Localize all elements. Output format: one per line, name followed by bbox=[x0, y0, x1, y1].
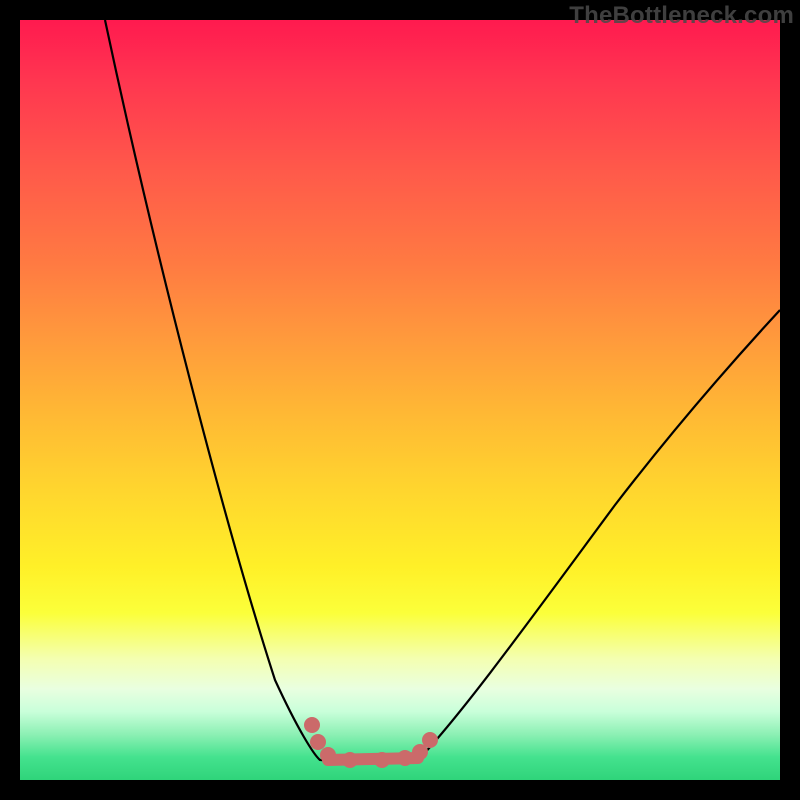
watermark-text: TheBottleneck.com bbox=[569, 2, 794, 30]
valley-marker-dot bbox=[342, 752, 358, 768]
bottleneck-curve-svg bbox=[20, 20, 780, 780]
valley-marker-dot bbox=[304, 717, 320, 733]
valley-marker-dot bbox=[374, 752, 390, 768]
valley-marker-dot bbox=[422, 732, 438, 748]
bottleneck-curve bbox=[105, 20, 780, 762]
valley-marker-dot bbox=[320, 747, 336, 763]
valley-marker-dot bbox=[397, 750, 413, 766]
valley-marker-dot bbox=[310, 734, 326, 750]
chart-frame bbox=[20, 20, 780, 780]
